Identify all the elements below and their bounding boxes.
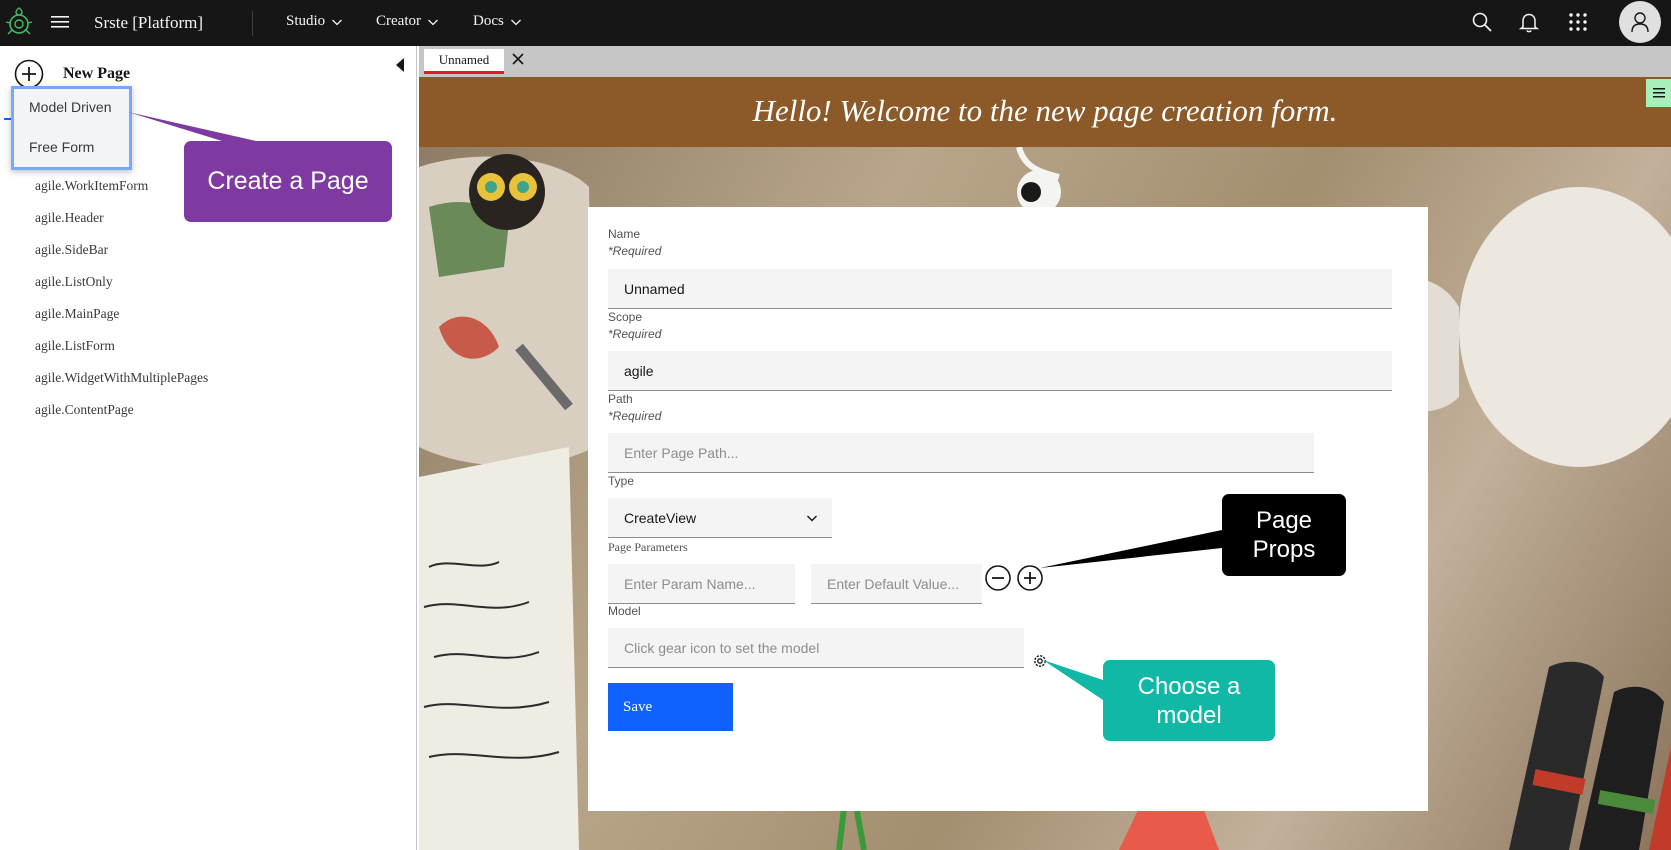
welcome-banner: Hello! Welcome to the new page creation … <box>419 77 1671 147</box>
gear-icon[interactable] <box>1031 652 1049 670</box>
add-parameter-icon[interactable] <box>1016 564 1044 592</box>
page-list-item[interactable]: agile.ListForm <box>35 336 208 368</box>
page-list-item[interactable]: agile.WidgetWithMultiplePages <box>35 368 208 400</box>
side-panel-toggle[interactable] <box>1646 79 1671 107</box>
user-icon <box>1631 12 1649 33</box>
param-name-input[interactable]: Enter Param Name... <box>608 564 795 604</box>
chevron-down-icon <box>428 19 438 25</box>
scope-input[interactable]: agile <box>608 351 1392 391</box>
nav-studio-label: Studio <box>286 13 326 29</box>
close-icon[interactable] <box>511 52 525 66</box>
topbar-divider <box>252 11 253 36</box>
chevron-down-icon <box>807 515 817 522</box>
menu-item-free-form[interactable]: Free Form <box>29 139 94 155</box>
model-label: Model <box>608 604 641 618</box>
param-default-input[interactable]: Enter Default Value... <box>811 564 982 604</box>
page-list-item[interactable]: agile.WorkItemForm <box>35 176 208 208</box>
app-switcher-icon[interactable] <box>1567 11 1589 33</box>
page-list-item[interactable]: agile.SideBar <box>35 240 208 272</box>
required-note: *Required <box>608 327 662 341</box>
path-label: Path <box>608 392 633 406</box>
chevron-down-icon <box>332 19 343 25</box>
notification-bell-icon[interactable] <box>1518 11 1540 33</box>
user-avatar[interactable] <box>1619 1 1661 43</box>
save-button[interactable]: Save <box>608 683 733 731</box>
panel-title: New Page <box>63 65 131 82</box>
page-list: agile.WorkItemForm agile.Header agile.Si… <box>35 176 208 432</box>
nav-creator[interactable]: Creator <box>376 13 439 30</box>
search-icon[interactable] <box>1471 11 1493 33</box>
nav-docs[interactable]: Docs <box>473 13 522 30</box>
chevron-down-icon <box>510 19 521 25</box>
callout-page-props: Page Props <box>1222 494 1346 576</box>
app-title[interactable]: Srste [Platform] <box>94 13 203 33</box>
page-list-item[interactable]: agile.Header <box>35 208 208 240</box>
tab-unnamed[interactable]: Unnamed <box>424 49 504 74</box>
tab-bar: Unnamed <box>419 46 1671 77</box>
page-parameters-label: Page Parameters <box>608 540 688 554</box>
callout-choose-model: Choose a model <box>1103 660 1275 741</box>
remove-parameter-icon[interactable] <box>984 564 1012 592</box>
nav-creator-label: Creator <box>376 13 421 29</box>
name-input[interactable]: Unnamed <box>608 269 1392 309</box>
page-list-item[interactable]: agile.ListOnly <box>35 272 208 304</box>
menu-lines-icon <box>1652 88 1665 98</box>
hamburger-menu-icon[interactable] <box>50 12 70 32</box>
model-input[interactable]: Click gear icon to set the model <box>608 628 1024 668</box>
path-input[interactable]: Enter Page Path... <box>608 433 1314 473</box>
nav-studio[interactable]: Studio <box>286 13 343 30</box>
create-page-menu: Model Driven Free Form <box>11 86 132 170</box>
tab-label: Unnamed <box>438 52 490 67</box>
scope-label: Scope <box>608 310 643 324</box>
required-note: *Required <box>608 409 662 423</box>
type-select[interactable]: CreateView <box>608 498 832 538</box>
welcome-text: Hello! Welcome to the new page creation … <box>752 93 1338 128</box>
page-list-item[interactable]: agile.MainPage <box>35 304 208 336</box>
required-note: *Required <box>608 244 662 258</box>
callout-create-page: Create a Page <box>184 141 392 222</box>
name-label: Name <box>608 227 641 241</box>
type-select-value: CreateView <box>624 510 697 526</box>
collapse-panel-icon[interactable] <box>394 56 406 74</box>
nav-docs-label: Docs <box>473 13 504 29</box>
page-list-item[interactable]: agile.ContentPage <box>35 400 208 432</box>
menu-item-model-driven[interactable]: Model Driven <box>29 99 111 115</box>
top-bar: Srste [Platform] Studio Creator Docs <box>0 0 1671 46</box>
app-logo-icon[interactable] <box>2 4 36 40</box>
type-label: Type <box>608 474 635 488</box>
